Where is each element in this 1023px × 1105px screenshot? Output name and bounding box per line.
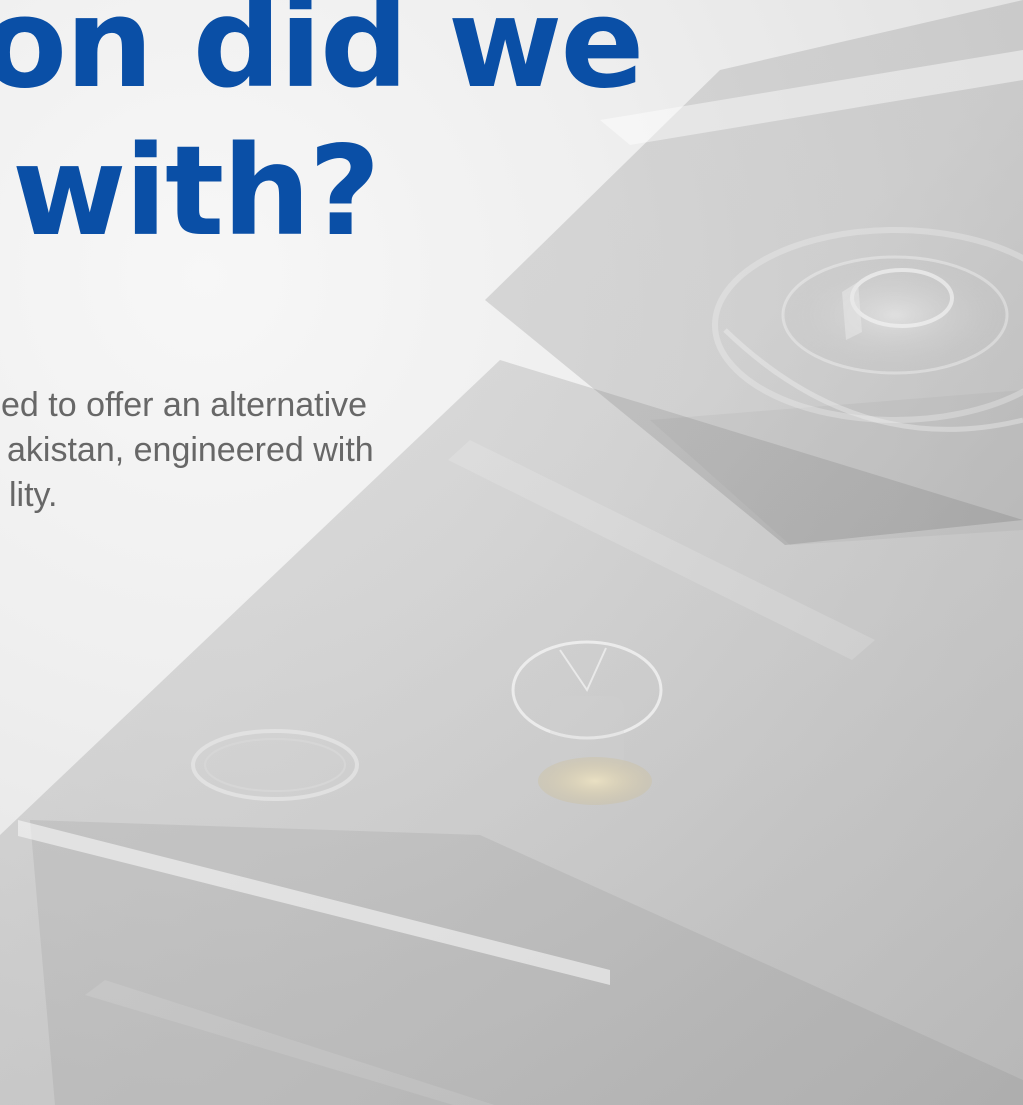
hero-headline: on did we with? xyxy=(0,0,645,266)
description-line-1: ed to offer an alternative xyxy=(1,386,368,424)
description-line-2: akistan, engineered with xyxy=(7,431,374,469)
headline-line-1: on did we xyxy=(0,0,645,116)
hero-description: ed to offer an alternative akistan, engi… xyxy=(0,383,480,518)
hero-section: on did we with? ed to offer an alternati… xyxy=(0,0,1023,1105)
headline-line-2: with? xyxy=(12,120,381,264)
description-line-3: lity. xyxy=(9,476,58,514)
